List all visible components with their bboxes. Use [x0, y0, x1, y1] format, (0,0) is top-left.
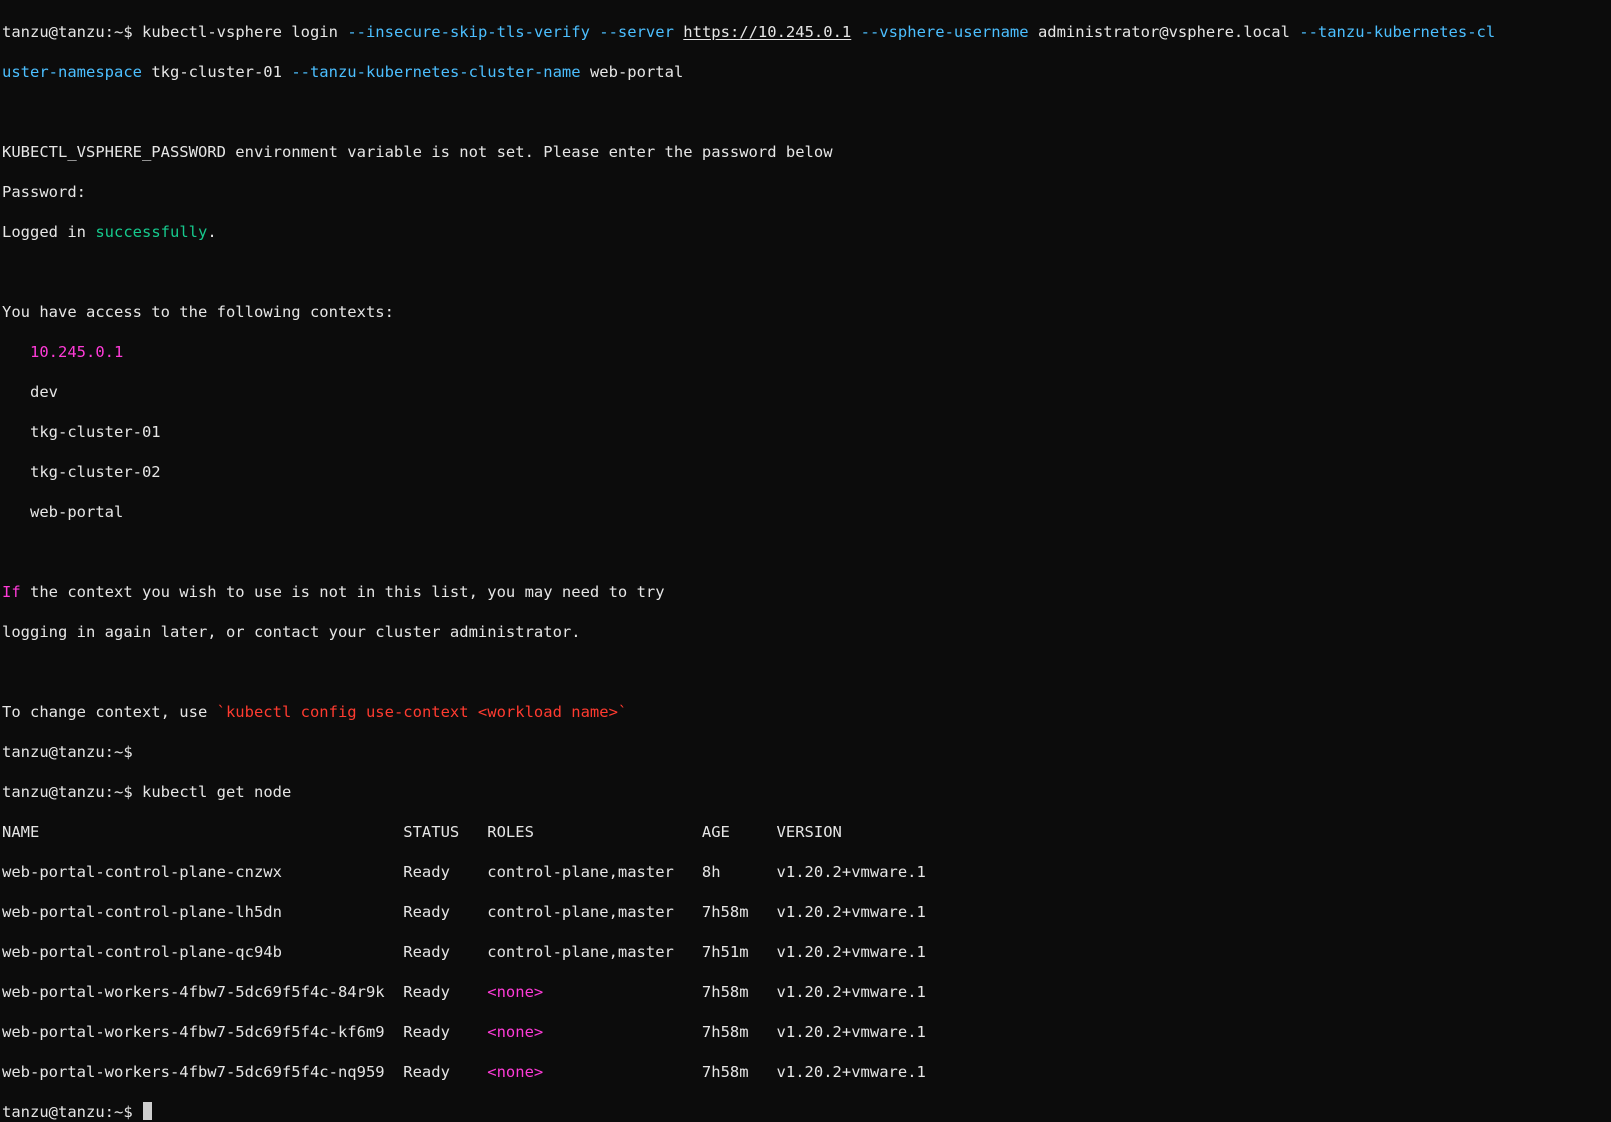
- context-item: dev: [2, 382, 1609, 402]
- line-cmd1-a: tanzu@tanzu:~$ kubectl-vsphere login --i…: [2, 22, 1609, 42]
- change-context-line: To change context, use `kubectl config u…: [2, 702, 1609, 722]
- flag-cluster-name: --tanzu-kubernetes-cluster-name: [291, 63, 580, 81]
- blank-line: [2, 102, 1609, 122]
- prompt: tanzu@tanzu:~$: [2, 1103, 133, 1121]
- prompt: tanzu@tanzu:~$: [2, 743, 133, 761]
- row-left: web-portal-workers-4fbw7-5dc69f5f4c-nq95…: [2, 1063, 487, 1081]
- ns-value: tkg-cluster-01: [151, 63, 291, 81]
- context-item: 10.245.0.1: [2, 342, 1609, 362]
- row-left: web-portal-workers-4fbw7-5dc69f5f4c-kf6m…: [2, 1023, 487, 1041]
- cmd-bin: kubectl-vsphere login: [142, 23, 347, 41]
- logged-ok: successfully: [95, 223, 207, 241]
- table-row: web-portal-control-plane-cnzwx Ready con…: [2, 862, 1609, 882]
- blank-line: [2, 542, 1609, 562]
- row-right: 7h58m v1.20.2+vmware.1: [543, 1023, 926, 1041]
- prompt: tanzu@tanzu:~$: [2, 783, 133, 801]
- change-ctx-pre: To change context, use: [2, 703, 217, 721]
- pw-msg: KUBECTL_VSPHERE_PASSWORD environment var…: [2, 142, 1609, 162]
- blank-line: [2, 662, 1609, 682]
- change-ctx-code: `kubectl config use-context <workload na…: [217, 703, 628, 721]
- flag-username: --vsphere-username: [861, 23, 1029, 41]
- table-row: web-portal-workers-4fbw7-5dc69f5f4c-nq95…: [2, 1062, 1609, 1082]
- table-row: web-portal-workers-4fbw7-5dc69f5f4c-kf6m…: [2, 1022, 1609, 1042]
- flag-ns-wrap-a: --tanzu-kubernetes-cl: [1299, 23, 1495, 41]
- hint-line-1: If the context you wish to use is not in…: [2, 582, 1609, 602]
- flag-ns-wrap-b: uster-namespace: [2, 63, 142, 81]
- pw-label: Password:: [2, 182, 1609, 202]
- context-item: web-portal: [2, 502, 1609, 522]
- none-role: <none>: [487, 983, 543, 1001]
- prompt: tanzu@tanzu:~$: [2, 23, 133, 41]
- line-cmd2: tanzu@tanzu:~$ kubectl get node: [2, 782, 1609, 802]
- row-right: 7h58m v1.20.2+vmware.1: [543, 1063, 926, 1081]
- flag-insecure-server: --insecure-skip-tls-verify --server: [347, 23, 674, 41]
- username-value: administrator@vsphere.local: [1038, 23, 1299, 41]
- row-right: 7h58m v1.20.2+vmware.1: [543, 983, 926, 1001]
- hint-rest: the context you wish to use is not in th…: [21, 583, 665, 601]
- prompt-idle: tanzu@tanzu:~$: [2, 742, 1609, 762]
- logged-in-line: Logged in successfully.: [2, 222, 1609, 242]
- hint-line-2: logging in again later, or contact your …: [2, 622, 1609, 642]
- cursor-icon: [143, 1102, 152, 1120]
- terminal[interactable]: tanzu@tanzu:~$ kubectl-vsphere login --i…: [0, 0, 1611, 1122]
- table-row: web-portal-control-plane-lh5dn Ready con…: [2, 902, 1609, 922]
- prompt-cursor[interactable]: tanzu@tanzu:~$: [2, 1102, 1609, 1122]
- contexts-header: You have access to the following context…: [2, 302, 1609, 322]
- row-left: web-portal-workers-4fbw7-5dc69f5f4c-84r9…: [2, 983, 487, 1001]
- context-item: tkg-cluster-02: [2, 462, 1609, 482]
- table-row: web-portal-control-plane-qc94b Ready con…: [2, 942, 1609, 962]
- cmd-get-node: kubectl get node: [142, 783, 291, 801]
- none-role: <none>: [487, 1063, 543, 1081]
- cluster-name-value: web-portal: [590, 63, 683, 81]
- if-keyword: If: [2, 583, 21, 601]
- blank-line: [2, 262, 1609, 282]
- context-item: tkg-cluster-01: [2, 422, 1609, 442]
- table-row: web-portal-workers-4fbw7-5dc69f5f4c-84r9…: [2, 982, 1609, 1002]
- server-url: https://10.245.0.1: [683, 23, 851, 41]
- table-header: NAME STATUS ROLES AGE VERSION: [2, 822, 1609, 842]
- none-role: <none>: [487, 1023, 543, 1041]
- line-cmd1-b: uster-namespace tkg-cluster-01 --tanzu-k…: [2, 62, 1609, 82]
- logged-post: .: [207, 223, 216, 241]
- logged-pre: Logged in: [2, 223, 95, 241]
